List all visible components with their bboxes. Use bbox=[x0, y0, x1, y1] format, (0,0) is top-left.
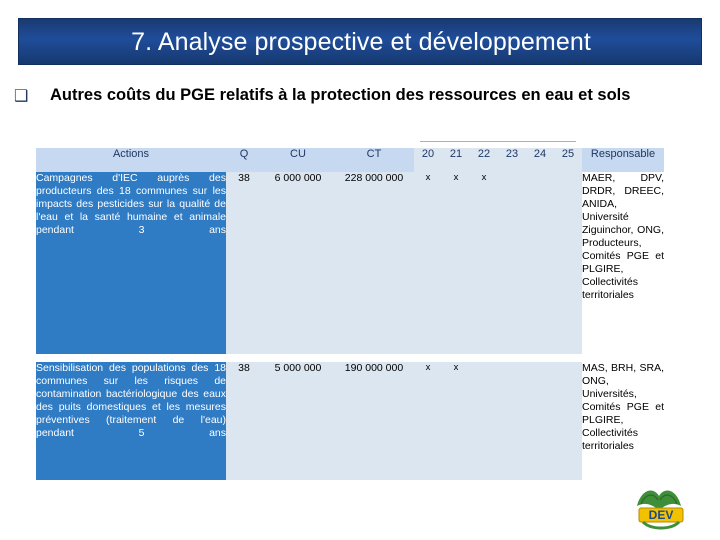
column-header-q: Q bbox=[226, 148, 262, 172]
cell-year-23 bbox=[498, 362, 526, 480]
gap-cell bbox=[226, 354, 262, 362]
gap-cell bbox=[554, 354, 582, 362]
section-heading-text: Autres coûts du PGE relatifs à la protec… bbox=[50, 86, 631, 104]
cell-year-24 bbox=[526, 172, 554, 354]
cell-year-22: x bbox=[470, 172, 498, 354]
spacer-cell bbox=[582, 136, 664, 148]
gap-cell bbox=[582, 354, 664, 362]
svg-text:DEV: DEV bbox=[649, 508, 674, 522]
gap-cell bbox=[442, 354, 470, 362]
cell-q: 38 bbox=[226, 172, 262, 354]
table-row: Sensibilisation des populations des 18 c… bbox=[36, 362, 664, 480]
gap-cell bbox=[526, 354, 554, 362]
cell-year-23 bbox=[498, 172, 526, 354]
cell-year-25 bbox=[554, 362, 582, 480]
column-header-responsable: Responsable bbox=[582, 148, 664, 172]
column-header-ct: CT bbox=[334, 148, 414, 172]
cell-year-22 bbox=[470, 362, 498, 480]
bullet-square-icon: ❑ bbox=[14, 86, 29, 105]
spacer-cell bbox=[226, 136, 262, 148]
cell-ct: 228 000 000 bbox=[334, 172, 414, 354]
cell-year-24 bbox=[526, 362, 554, 480]
column-header-cu: CU bbox=[262, 148, 334, 172]
cell-responsable: MAER, DPV, DRDR, DREEC, ANIDA, Universit… bbox=[582, 172, 664, 354]
page-title: 7. Analyse prospective et développement bbox=[131, 28, 591, 56]
column-header-year-25: 25 bbox=[554, 148, 582, 172]
pge-costs-table: Actions Q CU CT 20 21 22 23 24 25 Respon… bbox=[36, 136, 664, 480]
cell-ct: 190 000 000 bbox=[334, 362, 414, 480]
cell-year-20: x bbox=[414, 172, 442, 354]
gap-cell bbox=[334, 354, 414, 362]
table-header-row: Actions Q CU CT 20 21 22 23 24 25 Respon… bbox=[36, 148, 664, 172]
cell-cu: 6 000 000 bbox=[262, 172, 334, 354]
gap-cell bbox=[262, 354, 334, 362]
spacer-cell bbox=[36, 136, 226, 148]
column-header-year-22: 22 bbox=[470, 148, 498, 172]
pge-costs-table-wrapper: Actions Q CU CT 20 21 22 23 24 25 Respon… bbox=[36, 136, 664, 480]
column-header-year-24: 24 bbox=[526, 148, 554, 172]
cell-action: Campagnes d'IEC auprès des producteurs d… bbox=[36, 172, 226, 354]
cell-year-25 bbox=[554, 172, 582, 354]
table-top-spacer-row bbox=[36, 136, 664, 148]
slide-title-banner: 7. Analyse prospective et développement bbox=[18, 18, 702, 65]
spacer-cell bbox=[334, 136, 414, 148]
years-group-rule bbox=[414, 136, 582, 148]
cell-cu: 5 000 000 bbox=[262, 362, 334, 480]
table-row-gap bbox=[36, 354, 664, 362]
column-header-year-23: 23 bbox=[498, 148, 526, 172]
cell-year-21: x bbox=[442, 362, 470, 480]
cell-year-20: x bbox=[414, 362, 442, 480]
section-heading: ❑ Autres coûts du PGE relatifs à la prot… bbox=[14, 84, 708, 106]
table-row: Campagnes d'IEC auprès des producteurs d… bbox=[36, 172, 664, 354]
cell-year-21: x bbox=[442, 172, 470, 354]
gap-cell bbox=[36, 354, 226, 362]
cell-action: Sensibilisation des populations des 18 c… bbox=[36, 362, 226, 480]
gap-cell bbox=[470, 354, 498, 362]
column-header-actions: Actions bbox=[36, 148, 226, 172]
gap-cell bbox=[414, 354, 442, 362]
column-header-year-21: 21 bbox=[442, 148, 470, 172]
cell-responsable: MAS, BRH, SRA, ONG, Universités, Comités… bbox=[582, 362, 664, 480]
gap-cell bbox=[498, 354, 526, 362]
column-header-year-20: 20 bbox=[414, 148, 442, 172]
cell-q: 38 bbox=[226, 362, 262, 480]
spacer-cell bbox=[262, 136, 334, 148]
dev-emblem-logo: DEV bbox=[627, 484, 697, 532]
